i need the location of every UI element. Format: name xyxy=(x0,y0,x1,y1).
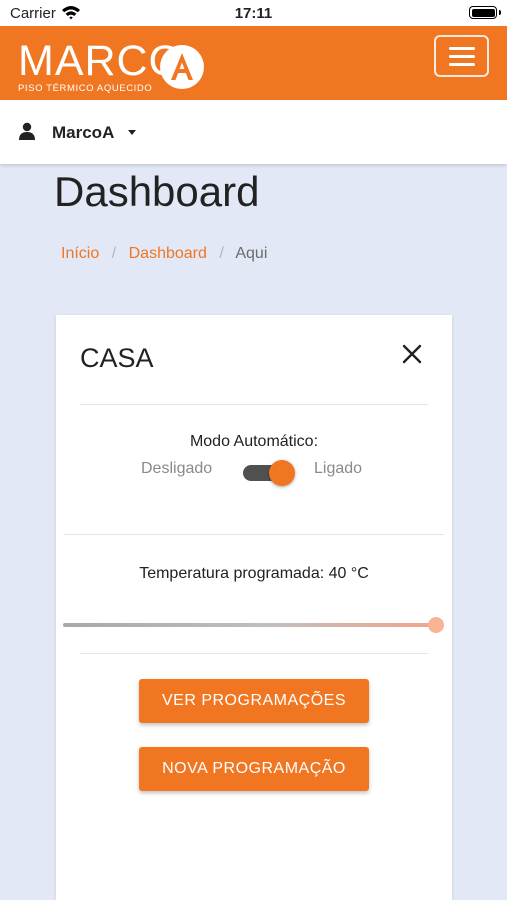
view-schedules-button[interactable]: VER PROGRAMAÇÕES xyxy=(139,679,369,723)
breadcrumb-link-inicio[interactable]: Início xyxy=(61,245,99,262)
status-bar: Carrier 17:11 xyxy=(0,0,507,26)
divider xyxy=(80,404,428,405)
divider xyxy=(80,653,428,654)
auto-mode-switch[interactable] xyxy=(241,460,295,486)
slider-rail xyxy=(63,623,435,627)
auto-mode-toggle-row: Desligado Ligado xyxy=(56,457,452,487)
logo-badge-icon xyxy=(160,45,204,89)
new-schedule-button[interactable]: NOVA PROGRAMAÇÃO xyxy=(139,747,369,791)
page-title: Dashboard xyxy=(54,168,260,215)
clock: 17:11 xyxy=(234,5,273,22)
divider xyxy=(64,534,444,535)
breadcrumb-current: Aqui xyxy=(235,245,268,262)
hamburger-line xyxy=(449,63,475,66)
breadcrumb-separator: / xyxy=(219,245,224,262)
auto-mode-label: Modo Automático: xyxy=(189,433,319,450)
menu-toggle-button[interactable] xyxy=(434,35,489,77)
toggle-on-label: Ligado xyxy=(314,460,363,477)
user-bar: MarcoA xyxy=(0,100,507,164)
logo-wordmark: MARCO xyxy=(18,37,184,85)
user-icon xyxy=(19,122,35,145)
user-menu-button[interactable]: MarcoA xyxy=(52,123,114,143)
slider-thumb[interactable] xyxy=(428,617,444,633)
switch-knob[interactable] xyxy=(269,460,295,486)
breadcrumb: Início / Dashboard / Aqui xyxy=(61,245,267,263)
breadcrumb-separator: / xyxy=(111,245,117,262)
temperature-label: Temperatura programada: 40 °C xyxy=(139,565,369,582)
card-title: CASA xyxy=(80,343,154,373)
hamburger-line xyxy=(449,55,475,58)
hamburger-line xyxy=(449,47,475,50)
close-icon[interactable] xyxy=(401,343,423,365)
breadcrumb-link-dashboard[interactable]: Dashboard xyxy=(129,245,207,262)
device-card: CASA Modo Automático: Desligado Ligado T… xyxy=(56,315,452,900)
brand-logo[interactable]: MARCO PISO TÉRMICO AQUECIDO xyxy=(18,37,184,95)
temperature-slider[interactable] xyxy=(63,617,447,633)
caret-down-icon[interactable] xyxy=(128,130,136,135)
battery-icon xyxy=(469,6,501,19)
toggle-off-label: Desligado xyxy=(141,460,213,477)
top-navbar: MARCO PISO TÉRMICO AQUECIDO xyxy=(0,26,507,100)
